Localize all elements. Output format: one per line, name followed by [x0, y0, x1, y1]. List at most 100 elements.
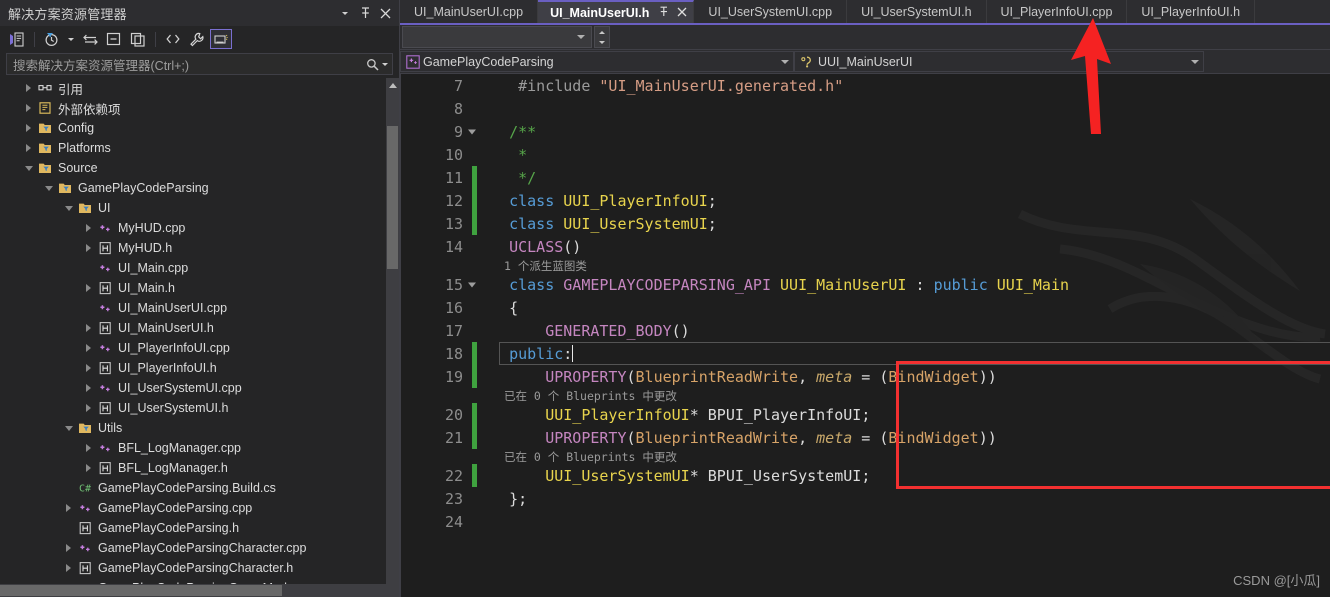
tree-item-gameplaycodeparsingcharacter-cpp[interactable]: GamePlayCodeParsingCharacter.cpp: [0, 538, 386, 558]
close-icon[interactable]: [677, 5, 687, 20]
cpp-project-icon: [406, 54, 420, 69]
code-token: *: [518, 145, 528, 164]
toolbar-combo[interactable]: [402, 26, 592, 48]
tree-item--[interactable]: 外部依赖项: [0, 98, 386, 118]
tree-item-gameplaycodeparsingcharacter-h[interactable]: GamePlayCodeParsingCharacter.h: [0, 558, 386, 578]
tree-item-platforms[interactable]: Platforms: [0, 138, 386, 158]
chevron-right-icon[interactable]: [62, 538, 75, 558]
codelens-text[interactable]: 已在 0 个 Blueprints 中更改: [482, 450, 677, 464]
editor-tab-ui-mainuserui-h[interactable]: UI_MainUserUI.h: [538, 0, 695, 23]
pending-changes-dropdown-icon[interactable]: [65, 29, 77, 49]
tree-item-ui-mainuserui-h[interactable]: UI_MainUserUI.h: [0, 318, 386, 338]
codelens-text[interactable]: 1 个派生蓝图类: [482, 259, 587, 273]
codelens-hint[interactable]: 已在 0 个 Blueprints 中更改: [400, 388, 1330, 403]
chevron-right-icon[interactable]: [82, 438, 95, 458]
codelens-hint[interactable]: 1 个派生蓝图类: [400, 258, 1330, 273]
tree-item-ui-main-h[interactable]: UI_Main.h: [0, 278, 386, 298]
tree-item-ui-playerinfoui-h[interactable]: UI_PlayerInfoUI.h: [0, 358, 386, 378]
search-placeholder: 搜索解决方案资源管理器(Ctrl+;): [13, 58, 190, 73]
tree-item-source[interactable]: Source: [0, 158, 386, 178]
tree-item-ui-main-cpp[interactable]: UI_Main.cpp: [0, 258, 386, 278]
sync-with-active-document-icon[interactable]: [79, 29, 101, 49]
tree-vertical-scrollbar[interactable]: [386, 78, 399, 584]
tree-horizontal-scrollbar[interactable]: [0, 584, 399, 597]
chevron-right-icon[interactable]: [62, 498, 75, 518]
hscroll-thumb[interactable]: [0, 585, 282, 596]
chevron-right-icon[interactable]: [82, 278, 95, 298]
pending-changes-filter-icon[interactable]: [41, 29, 63, 49]
pin-icon[interactable]: [355, 3, 375, 23]
code-token: };: [482, 489, 528, 508]
navbar-project-combo[interactable]: GamePlayCodeParsing: [400, 51, 794, 72]
chevron-right-icon[interactable]: [82, 318, 95, 338]
chevron-down-icon[interactable]: [22, 158, 35, 178]
tree-item-ui-usersystemui-h[interactable]: UI_UserSystemUI.h: [0, 398, 386, 418]
tree-item-myhud-cpp[interactable]: MyHUD.cpp: [0, 218, 386, 238]
scroll-up-arrow-icon[interactable]: [386, 78, 399, 92]
editor-tab-ui-playerinfoui-cpp[interactable]: UI_PlayerInfoUI.cpp: [986, 0, 1128, 23]
editor-tab-ui-usersystemui-cpp[interactable]: UI_UserSystemUI.cpp: [694, 0, 848, 23]
tree-item--[interactable]: 引用: [0, 78, 386, 98]
pin-icon[interactable]: [659, 6, 669, 20]
editor-tab-ui-mainuserui-cpp[interactable]: UI_MainUserUI.cpp: [400, 0, 539, 23]
tree-item-ui-usersystemui-cpp[interactable]: UI_UserSystemUI.cpp: [0, 378, 386, 398]
chevron-down-icon[interactable]: [1191, 59, 1199, 64]
chevron-down-icon[interactable]: [42, 178, 55, 198]
tree-item-gameplaycodeparsing-build-cs[interactable]: C# GamePlayCodeParsing.Build.cs: [0, 478, 386, 498]
editor-tab-ui-playerinfoui-h[interactable]: UI_PlayerInfoUI.h: [1127, 0, 1256, 23]
editor-tab-ui-usersystemui-h[interactable]: UI_UserSystemUI.h: [847, 0, 987, 23]
spinner-up-icon[interactable]: [595, 27, 609, 37]
solution-tree[interactable]: 引用 外部依赖项 Config Platforms Source GamePlayCode…: [0, 78, 399, 584]
chevron-right-icon[interactable]: [22, 138, 35, 158]
codelens-hint[interactable]: 已在 0 个 Blueprints 中更改: [400, 449, 1330, 464]
chevron-right-icon[interactable]: [82, 338, 95, 358]
tree-item-utils[interactable]: Utils: [0, 418, 386, 438]
chevron-right-icon[interactable]: [22, 118, 35, 138]
tree-item-ui-playerinfoui-cpp[interactable]: UI_PlayerInfoUI.cpp: [0, 338, 386, 358]
fold-toggle-icon[interactable]: [466, 126, 477, 137]
chevron-right-icon[interactable]: [82, 458, 95, 478]
search-input[interactable]: 搜索解决方案资源管理器(Ctrl+;): [6, 53, 393, 75]
chevron-right-icon[interactable]: [82, 218, 95, 238]
chevron-down-icon[interactable]: [62, 418, 75, 438]
tree-item-ui[interactable]: UI: [0, 198, 386, 218]
chevron-right-icon[interactable]: [82, 398, 95, 418]
tree-item-config[interactable]: Config: [0, 118, 386, 138]
tree-item-gameplaycodeparsing-cpp[interactable]: GamePlayCodeParsing.cpp: [0, 498, 386, 518]
collapse-all-icon[interactable]: [103, 29, 125, 49]
chevron-down-icon[interactable]: [335, 3, 355, 23]
chevron-down-icon[interactable]: [62, 198, 75, 218]
chevron-right-icon[interactable]: [82, 358, 95, 378]
chevron-down-icon[interactable]: [781, 59, 789, 64]
fold-toggle-icon[interactable]: [466, 279, 477, 290]
tree-item-gameplaycodeparsing-h[interactable]: GamePlayCodeParsing.h: [0, 518, 386, 538]
change-indicator: [472, 189, 477, 212]
vs-window: 解决方案资源管理器 搜索解决方案资源管理器(Ctrl+;) 引用 外部依赖项 C…: [0, 0, 1330, 597]
code-token: class: [509, 275, 555, 294]
navbar-symbol-combo[interactable]: UUI_MainUserUI: [794, 51, 1204, 72]
codelens-text[interactable]: 已在 0 个 Blueprints 中更改: [482, 389, 677, 403]
spinner-down-icon[interactable]: [595, 37, 609, 47]
tree-item-bfl-logmanager-cpp[interactable]: BFL_LogManager.cpp: [0, 438, 386, 458]
properties-wrench-icon[interactable]: [186, 29, 208, 49]
chevron-right-icon[interactable]: [82, 378, 95, 398]
show-all-files-icon[interactable]: [127, 29, 149, 49]
tree-item-gameplaycodeparsing[interactable]: GamePlayCodeParsing: [0, 178, 386, 198]
tree-item-myhud-h[interactable]: MyHUD.h: [0, 238, 386, 258]
code-editor[interactable]: 7 #include "UI_MainUserUI.generated.h" 8 9…: [400, 74, 1330, 597]
chevron-right-icon[interactable]: [22, 98, 35, 118]
preview-selected-items-icon[interactable]: [210, 29, 232, 49]
tree-item-ui-mainuserui-cpp[interactable]: UI_MainUserUI.cpp: [0, 298, 386, 318]
chevron-right-icon[interactable]: [22, 78, 35, 98]
chevron-right-icon[interactable]: [62, 558, 75, 578]
close-icon[interactable]: [375, 3, 395, 23]
toolbar-spinner[interactable]: [594, 26, 610, 48]
code-token: meta: [816, 367, 853, 386]
home-view-icon[interactable]: [6, 29, 28, 49]
search-icon[interactable]: [366, 58, 388, 71]
view-code-icon[interactable]: [162, 29, 184, 49]
scroll-thumb[interactable]: [387, 126, 398, 269]
chevron-right-icon[interactable]: [82, 238, 95, 258]
code-text: */: [482, 169, 1330, 187]
tree-item-bfl-logmanager-h[interactable]: BFL_LogManager.h: [0, 458, 386, 478]
